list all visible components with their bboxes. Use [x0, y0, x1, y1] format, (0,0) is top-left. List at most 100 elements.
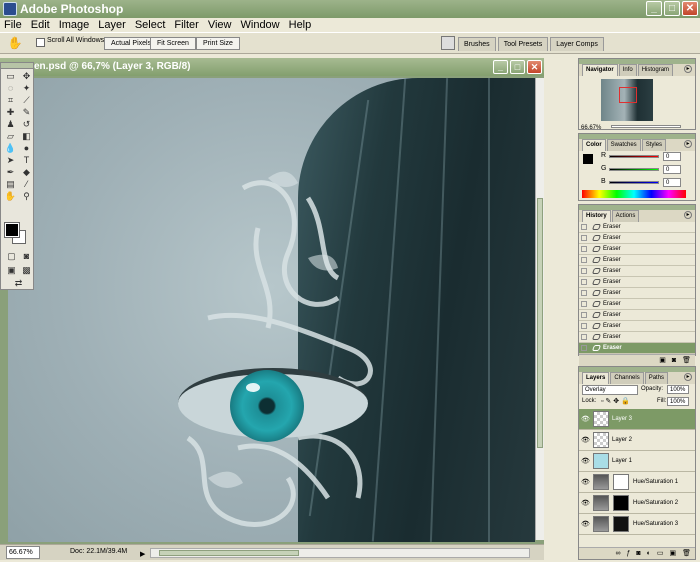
visibility-eye-icon[interactable]: 👁 — [581, 415, 590, 423]
history-item[interactable]: Eraser — [579, 310, 695, 321]
doc-maximize-button[interactable]: □ — [510, 60, 525, 74]
eyedropper-tool-icon[interactable]: ⁄ — [19, 179, 34, 190]
fill-field[interactable]: 100% — [667, 397, 689, 406]
layer-row[interactable]: 👁 Hue/Saturation 3 — [579, 514, 695, 535]
history-item[interactable]: Eraser — [579, 255, 695, 266]
print-size-button[interactable]: Print Size — [196, 37, 240, 50]
standard-mode-icon[interactable]: ▢ — [4, 251, 19, 262]
tab-layer-comps[interactable]: Layer Comps — [550, 37, 604, 51]
crop-tool-icon[interactable]: ⌗ — [3, 95, 18, 106]
document-title-bar[interactable]: en.psd @ 66,7% (Layer 3, RGB/8) _ □ ✕ — [0, 58, 544, 76]
menu-edit[interactable]: Edit — [31, 18, 50, 32]
panel-menu-icon[interactable]: ▸ — [684, 211, 692, 219]
panel-menu-icon[interactable]: ▸ — [684, 373, 692, 381]
doc-size-info[interactable]: Doc: 22.1M/39.4M — [70, 545, 127, 559]
full-screen-mode-icon[interactable]: ▩ — [19, 265, 34, 276]
color-g-slider[interactable] — [609, 168, 659, 171]
minimize-button[interactable]: _ — [646, 1, 662, 16]
color-fg-swatch[interactable] — [583, 154, 593, 164]
eraser-tool-icon[interactable]: ▱ — [3, 131, 18, 142]
history-source-box[interactable] — [581, 290, 587, 296]
history-item[interactable]: Eraser — [579, 266, 695, 277]
history-source-box[interactable] — [581, 345, 587, 351]
tab-swatches[interactable]: Swatches — [606, 139, 641, 151]
menu-image[interactable]: Image — [59, 18, 90, 32]
app-title-bar[interactable]: Adobe Photoshop _ □ ✕ — [0, 0, 700, 18]
history-item[interactable]: Eraser — [579, 321, 695, 332]
magic-wand-tool-icon[interactable]: ✦ — [19, 83, 34, 94]
history-source-box[interactable] — [581, 268, 587, 274]
panel-menu-icon[interactable]: ▸ — [684, 140, 692, 148]
close-button[interactable]: ✕ — [682, 1, 698, 16]
menu-filter[interactable]: Filter — [174, 18, 198, 32]
layer-row[interactable]: 👁 Layer 3 — [579, 409, 695, 430]
maximize-button[interactable]: □ — [664, 1, 680, 16]
history-source-box[interactable] — [581, 301, 587, 307]
color-r-slider[interactable] — [609, 155, 659, 158]
healing-brush-tool-icon[interactable]: ✚ — [3, 107, 18, 118]
menu-select[interactable]: Select — [135, 18, 166, 32]
history-item[interactable]: Eraser — [579, 299, 695, 310]
jump-to-imageready-icon[interactable]: ⇄ — [11, 278, 26, 289]
layer-row[interactable]: 👁 Layer 1 — [579, 451, 695, 472]
visibility-eye-icon[interactable]: 👁 — [581, 457, 590, 465]
dodge-tool-icon[interactable]: ● — [19, 143, 34, 154]
tab-brushes[interactable]: Brushes — [458, 37, 496, 51]
lock-icons[interactable]: ▫ ✎ ✥ 🔒 — [601, 397, 630, 405]
history-item[interactable]: Eraser — [579, 277, 695, 288]
layer-style-icon[interactable]: ƒ — [626, 548, 630, 559]
lasso-tool-icon[interactable]: ◌ — [3, 83, 18, 94]
tab-info[interactable]: Info — [618, 64, 637, 76]
hand-icon[interactable]: ✋ — [6, 36, 24, 51]
history-source-box[interactable] — [581, 312, 587, 318]
history-item[interactable]: Eraser — [579, 233, 695, 244]
path-selection-tool-icon[interactable]: ➤ — [3, 155, 18, 166]
tab-histogram[interactable]: Histogram — [637, 64, 674, 76]
blend-mode-select[interactable]: Overlay — [582, 385, 638, 395]
history-source-box[interactable] — [581, 323, 587, 329]
history-source-box[interactable] — [581, 235, 587, 241]
color-g-value[interactable]: 0 — [663, 165, 681, 174]
tab-navigator[interactable]: Navigator — [582, 64, 618, 76]
image-canvas[interactable] — [8, 78, 535, 542]
new-layer-icon[interactable]: ▣ — [669, 548, 676, 559]
visibility-eye-icon[interactable]: 👁 — [581, 436, 590, 444]
move-tool-icon[interactable]: ✥ — [19, 71, 34, 82]
color-spectrum[interactable] — [582, 190, 686, 198]
color-b-value[interactable]: 0 — [663, 178, 681, 187]
menu-file[interactable]: File — [4, 18, 22, 32]
navigator-zoom[interactable]: 66.67% — [581, 125, 601, 131]
color-b-slider[interactable] — [609, 181, 659, 184]
tab-actions[interactable]: Actions — [611, 210, 640, 222]
new-group-icon[interactable]: ▭ — [657, 548, 664, 559]
visibility-eye-icon[interactable]: 👁 — [581, 520, 590, 528]
link-icon[interactable]: ∞ — [615, 548, 620, 559]
zoom-tool-icon[interactable]: ⚲ — [19, 191, 34, 202]
trash-icon[interactable]: 🗑 — [682, 548, 691, 559]
foreground-color-swatch[interactable] — [4, 222, 20, 238]
history-source-box[interactable] — [581, 246, 587, 252]
marquee-tool-icon[interactable]: ▭ — [3, 71, 18, 82]
tab-paths[interactable]: Paths — [644, 372, 669, 384]
tab-channels[interactable]: Channels — [610, 372, 644, 384]
menu-help[interactable]: Help — [289, 18, 312, 32]
zoom-field[interactable]: 66.67% — [6, 546, 40, 559]
hand-tool-icon[interactable]: ✋ — [3, 191, 18, 202]
new-snapshot-icon[interactable]: ◙ — [672, 355, 676, 366]
history-source-box[interactable] — [581, 279, 587, 285]
history-item-selected[interactable]: Eraser — [579, 343, 695, 354]
color-r-value[interactable]: 0 — [663, 152, 681, 161]
layer-row[interactable]: 👁 Hue/Saturation 2 — [579, 493, 695, 514]
visibility-eye-icon[interactable]: 👁 — [581, 499, 590, 507]
palette-well-icon[interactable] — [441, 36, 455, 50]
gradient-tool-icon[interactable]: ◧ — [19, 131, 34, 142]
doc-close-button[interactable]: ✕ — [527, 60, 542, 74]
fit-screen-button[interactable]: Fit Screen — [150, 37, 196, 50]
history-item[interactable]: Eraser — [579, 288, 695, 299]
scroll-all-checkbox[interactable] — [36, 38, 45, 47]
vertical-scrollbar[interactable] — [535, 78, 544, 540]
new-document-icon[interactable]: ▣ — [659, 355, 666, 366]
visibility-eye-icon[interactable]: 👁 — [581, 478, 590, 486]
navigator-view-box[interactable] — [619, 87, 637, 103]
type-tool-icon[interactable]: T — [19, 155, 34, 166]
